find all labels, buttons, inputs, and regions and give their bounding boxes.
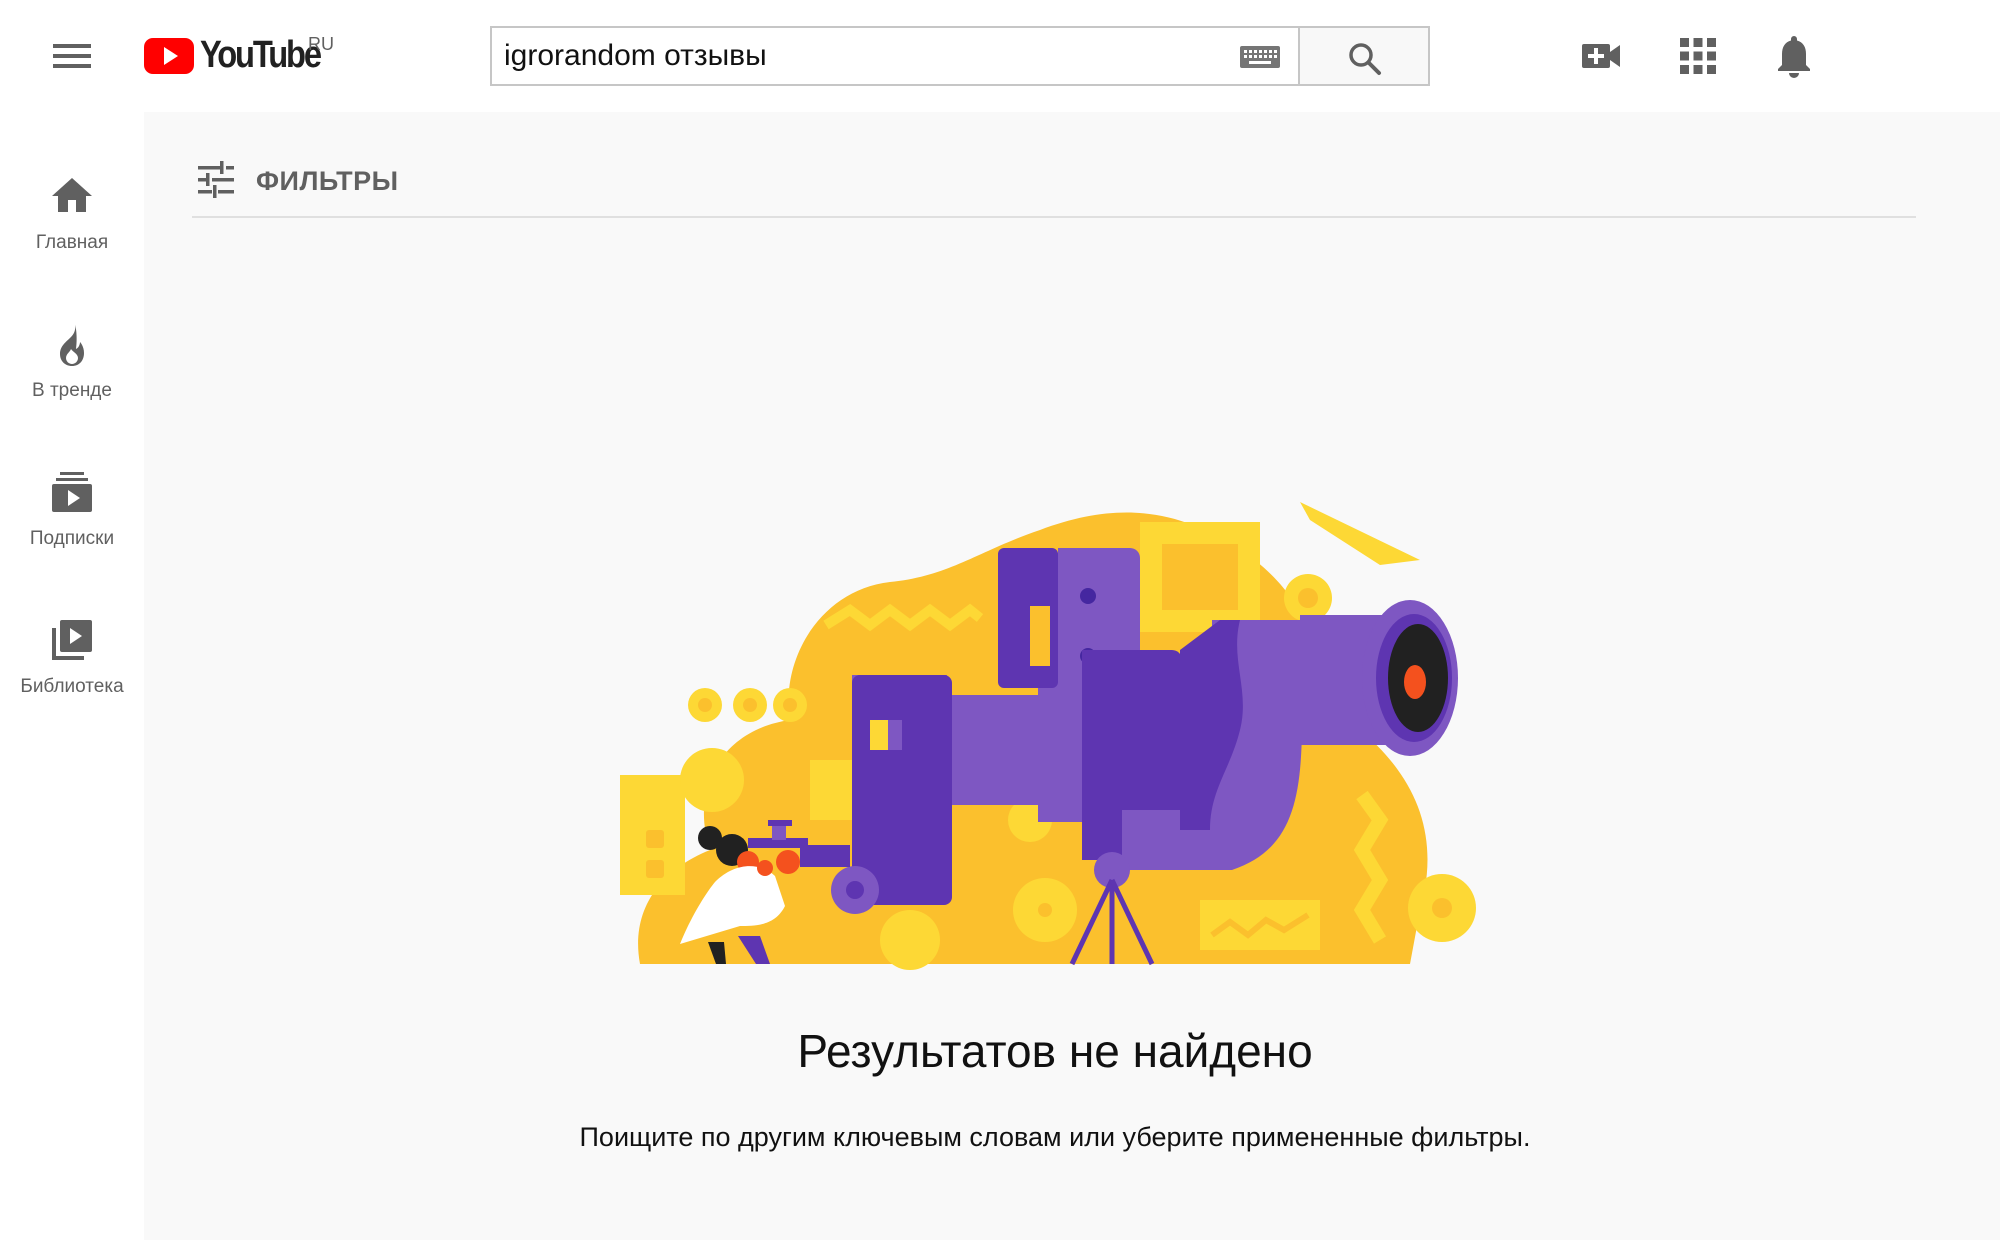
- keyboard-icon[interactable]: [1240, 46, 1280, 68]
- sidebar-item-subscriptions[interactable]: Подписки: [0, 428, 144, 568]
- home-icon: [52, 178, 92, 212]
- sidebar-item-label: Библиотека: [20, 676, 124, 697]
- menu-icon[interactable]: [44, 32, 100, 80]
- youtube-play-icon: [144, 38, 194, 74]
- search-box: [490, 26, 1300, 86]
- sidebar-item-label: Главная: [35, 232, 109, 253]
- search-input[interactable]: [504, 28, 1204, 84]
- logo-country-code: RU: [308, 34, 334, 54]
- sidebar-item-trending[interactable]: В тренде: [0, 280, 144, 420]
- no-results-illustration: [620, 502, 1476, 970]
- logo-text: YouTube: [200, 34, 322, 76]
- subscriptions-icon: [52, 472, 92, 512]
- empty-results-title: Результатов не найдено: [797, 1025, 1313, 1077]
- sidebar-item-label: Подписки: [29, 528, 115, 549]
- sidebar-item-label: В тренде: [32, 380, 112, 401]
- empty-results-subtitle: Поищите по другим ключевым словам или уб…: [579, 1122, 1531, 1152]
- apps-icon[interactable]: [1674, 32, 1722, 80]
- create-video-icon[interactable]: [1578, 32, 1626, 80]
- search-icon: [1349, 43, 1381, 75]
- trending-icon: [60, 324, 84, 366]
- notifications-icon[interactable]: [1770, 32, 1818, 80]
- filters-icon: [198, 161, 234, 198]
- search-button[interactable]: [1300, 26, 1430, 86]
- filters-divider: [192, 216, 1916, 218]
- filters-button[interactable]: ФИЛЬТРЫ: [192, 150, 452, 210]
- youtube-logo[interactable]: YouTube RU: [144, 32, 364, 80]
- sidebar-item-library[interactable]: Библиотека: [0, 576, 144, 716]
- filters-label: ФИЛЬТРЫ: [256, 166, 399, 196]
- sidebar-item-home[interactable]: Главная: [0, 132, 144, 272]
- library-icon: [52, 620, 92, 660]
- masthead: YouTube RU: [0, 0, 2000, 112]
